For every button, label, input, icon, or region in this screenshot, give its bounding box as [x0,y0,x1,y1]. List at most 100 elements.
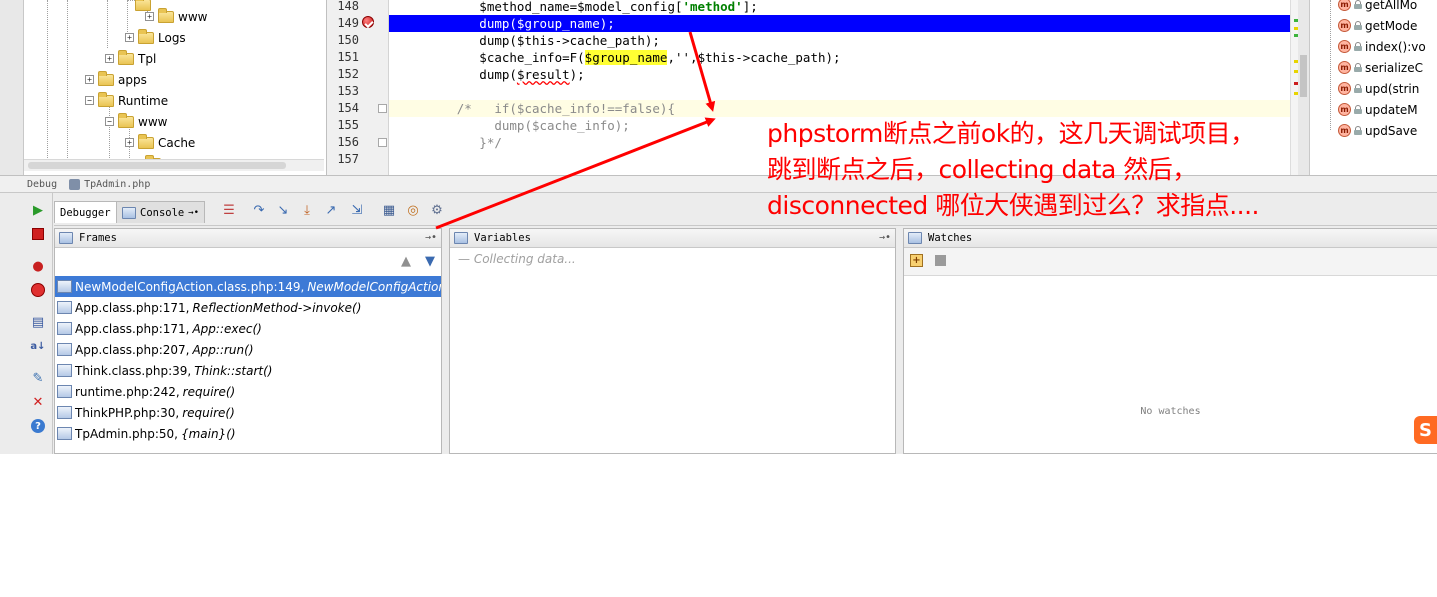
structure-item[interactable]: m upd(strin [1338,78,1419,99]
frames-pane: Frames →• ▲ ▼ NewModelConfigAction.class… [54,228,442,454]
settings-icon[interactable]: ⚙ [428,201,446,219]
expand-toggle-icon[interactable]: + [125,138,134,147]
code-line-150[interactable]: dump($this->cache_path); [389,32,1309,49]
breakpoint-icon[interactable] [362,16,374,28]
tree-guide [107,0,108,48]
line-number: 157 [337,152,359,166]
watches-icon [908,232,922,244]
pin-arrow-icon[interactable]: →• [879,232,891,243]
frames-icon [59,232,73,244]
force-step-into-icon[interactable]: ⤓ [298,201,316,219]
folder-icon [138,28,154,44]
folder-icon [158,7,174,23]
structure-item[interactable]: m serializeC [1338,57,1423,78]
code-line-148[interactable]: $method_name=$model_config['method']; [389,0,1309,15]
evaluate-expression-icon[interactable]: ▦ [380,201,398,219]
expand-toggle-icon[interactable]: + [125,33,134,42]
scrollbar-thumb[interactable] [28,162,286,169]
expand-toggle-icon[interactable]: + [145,12,154,21]
annotation-line: phpstorm断点之前ok的，这几天调试项目， [767,119,1255,148]
frame-row-selected[interactable]: NewModelConfigAction.class.php:149, NewM… [55,276,441,297]
code-line-152[interactable]: dump($result); [389,66,1309,83]
code-line-149-execution-point[interactable]: dump($group_name); [389,15,1309,32]
variables-pane: Variables →• — Collecting data... [449,228,896,454]
tree-item-logs[interactable]: + Logs [125,27,186,48]
move-up-icon[interactable]: ▲ [401,254,411,269]
tree-item-runtime[interactable]: − Runtime [85,90,168,111]
sort-az-icon[interactable]: a↓ [29,337,47,355]
structure-item[interactable]: m getAllMo [1338,0,1417,15]
run-to-cursor-icon[interactable]: ⇲ [348,201,366,219]
show-execution-point-icon[interactable]: ☰ [220,201,238,219]
frame-row[interactable]: App.class.php:171, ReflectionMethod->inv… [55,297,441,318]
frame-icon [57,343,72,356]
watches-pane: Watches + No watches [903,228,1437,454]
tab-debugger[interactable]: Debugger [54,201,117,223]
frame-row[interactable]: ThinkPHP.php:30, require() [55,402,441,423]
variables-icon [454,232,468,244]
line-number: 152 [337,67,359,81]
lock-icon [1354,0,1362,9]
code-line-151[interactable]: $cache_info=F($group_name,'',$this->cach… [389,49,1309,66]
help-icon[interactable]: ? [29,417,47,435]
frame-row[interactable]: Think.class.php:39, Think::start() [55,360,441,381]
tree-horizontal-scrollbar[interactable] [24,159,324,171]
expand-toggle-icon[interactable]: + [85,75,94,84]
collapse-toggle-icon[interactable]: − [85,96,94,105]
left-tool-strip [0,0,24,175]
ime-s-icon[interactable]: S [1414,416,1437,444]
code-line-153[interactable] [389,83,1309,100]
scrollbar-thumb[interactable] [1300,55,1307,97]
move-down-icon[interactable]: ▼ [425,254,435,269]
tree-guide [1330,0,1331,130]
watches-pane-title: Watches [904,229,1437,248]
annotation-line: disconnected 哪位大侠遇到过么？求指点.... [767,191,1259,220]
tree-item-cache[interactable]: + Cache [125,132,195,153]
method-icon: m [1338,19,1351,32]
collapse-toggle-icon[interactable]: − [105,117,114,126]
pin-icon[interactable]: ✎ [29,369,47,387]
fold-marker-icon[interactable] [378,104,387,113]
frame-row[interactable]: App.class.php:207, App::run() [55,339,441,360]
resume-icon[interactable]: ▶ [29,201,47,219]
structure-item[interactable]: m index():vo [1338,36,1426,57]
frame-row[interactable]: App.class.php:171, App::exec() [55,318,441,339]
step-over-icon[interactable]: ↷ [250,201,268,219]
frame-icon [57,322,72,335]
frame-icon [57,406,72,419]
frame-row[interactable]: TpAdmin.php:50, {main}() [55,423,441,444]
layout-icon[interactable]: ▤ [29,313,47,331]
annotation-line: 跳到断点之后，collecting data 然后， [767,155,1197,184]
step-into-icon[interactable]: ↘ [274,201,292,219]
variables-pane-title: Variables →• [450,229,895,248]
open-folder-icon [118,112,134,128]
tree-item-label: apps [118,72,147,87]
add-watch-icon[interactable]: + [910,254,923,267]
expand-toggle-icon[interactable]: + [105,54,114,63]
stop-icon[interactable] [29,225,47,243]
frame-row[interactable]: runtime.php:242, require() [55,381,441,402]
pin-arrow-icon[interactable]: →• [425,232,437,243]
mute-breakpoints-icon[interactable] [29,281,47,299]
debug-session-tab[interactable]: TpAdmin.php [84,179,150,190]
tree-item-www[interactable]: + www [145,6,207,27]
tree-item-apps[interactable]: + apps [85,69,147,90]
watch-icon[interactable]: ◎ [404,201,422,219]
line-number: 153 [337,84,359,98]
tree-guide [47,0,48,160]
tab-console[interactable]: Console →• [116,201,206,223]
remove-watch-icon[interactable] [935,255,946,266]
fold-marker-icon[interactable] [378,138,387,147]
tree-item-tpl[interactable]: + Tpl [105,48,156,69]
editor-gutter[interactable]: 148 149 150 151 152 153 154 155 156 157 [327,0,389,175]
code-line-154[interactable]: /* if($cache_info!==false){ [389,100,1309,117]
close-icon[interactable]: ✕ [29,393,47,411]
open-folder-icon [98,91,114,107]
lock-icon [1354,21,1362,30]
structure-item[interactable]: m getMode [1338,15,1417,36]
step-out-icon[interactable]: ↗ [322,201,340,219]
view-breakpoints-icon[interactable]: ● [29,257,47,275]
frame-icon [57,280,72,293]
unlock-icon [1354,42,1362,51]
tree-item-runtime-www[interactable]: − www [105,111,167,132]
